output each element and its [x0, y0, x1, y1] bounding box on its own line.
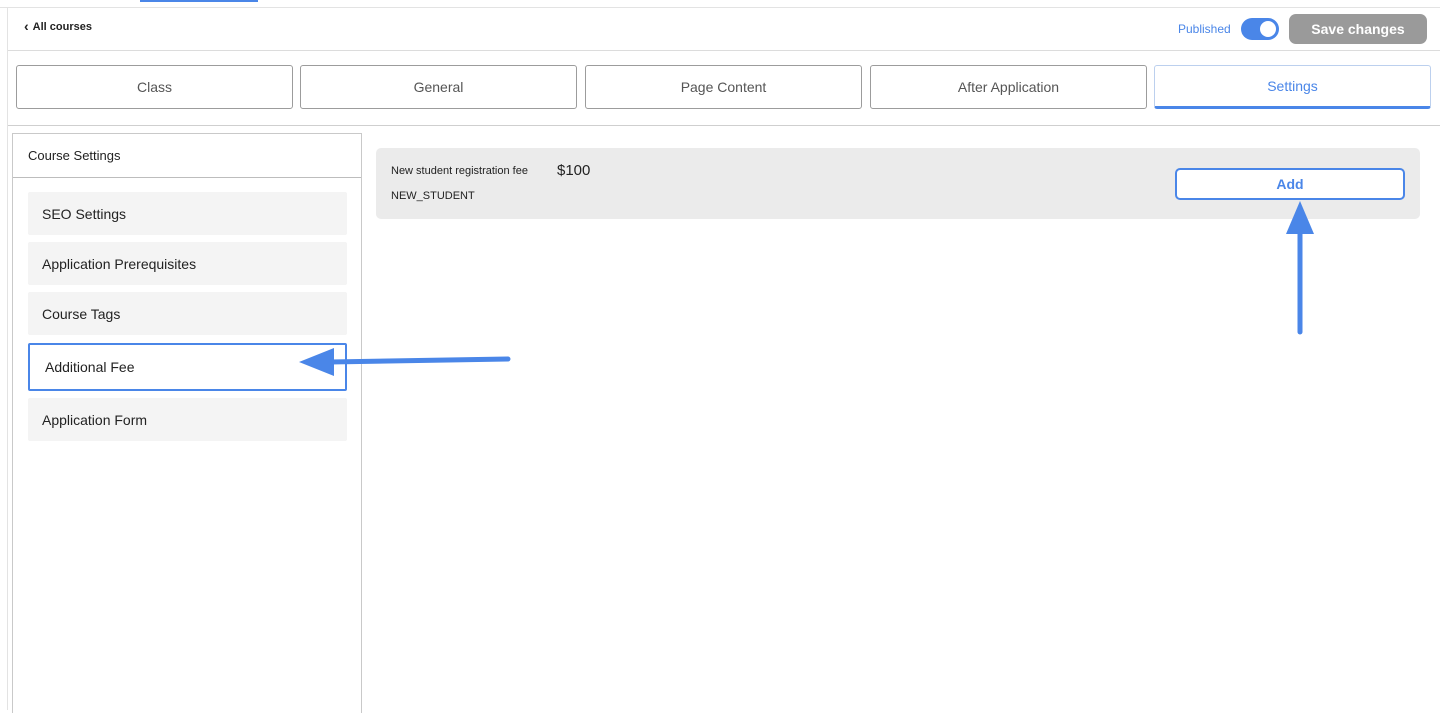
course-settings-sidebar: Course Settings SEO Settings Application…: [12, 133, 362, 713]
fee-row: New student registration fee $100 NEW_ST…: [376, 148, 1420, 219]
sidebar-item-additional-fee[interactable]: Additional Fee: [28, 343, 347, 391]
sidebar-item-course-tags[interactable]: Course Tags: [28, 292, 347, 335]
fee-name: New student registration fee: [391, 165, 528, 177]
sidebar-item-seo-settings[interactable]: SEO Settings: [28, 192, 347, 235]
sidebar-item-application-prerequisites[interactable]: Application Prerequisites: [28, 242, 347, 285]
tab-settings[interactable]: Settings: [1154, 65, 1431, 109]
tab-class[interactable]: Class: [16, 65, 293, 109]
all-courses-label: All courses: [32, 21, 92, 33]
toggle-knob: [1260, 21, 1276, 37]
fee-amount: $100: [557, 162, 591, 179]
sidebar-item-application-form[interactable]: Application Form: [28, 398, 347, 441]
tab-after-application[interactable]: After Application: [870, 65, 1147, 109]
published-label: Published: [1178, 22, 1231, 36]
tabs-divider: [8, 125, 1440, 126]
all-courses-link[interactable]: ‹ All courses: [24, 18, 92, 34]
tab-page-content[interactable]: Page Content: [585, 65, 862, 109]
tab-general[interactable]: General: [300, 65, 577, 109]
chevron-left-icon: ‹: [24, 18, 29, 34]
course-tabs: Class General Page Content After Applica…: [16, 65, 1432, 111]
top-strip: [0, 0, 1440, 8]
add-fee-button[interactable]: Add: [1175, 168, 1405, 200]
fee-code: NEW_STUDENT: [391, 190, 475, 202]
left-edge: [7, 8, 8, 710]
top-strip-accent: [140, 0, 258, 2]
page-header: ‹ All courses Published Save changes: [8, 8, 1440, 51]
arrow-up-annotation: [1286, 201, 1314, 335]
sidebar-title: Course Settings: [13, 134, 361, 178]
published-toggle[interactable]: [1241, 18, 1279, 40]
save-changes-button[interactable]: Save changes: [1289, 14, 1427, 44]
